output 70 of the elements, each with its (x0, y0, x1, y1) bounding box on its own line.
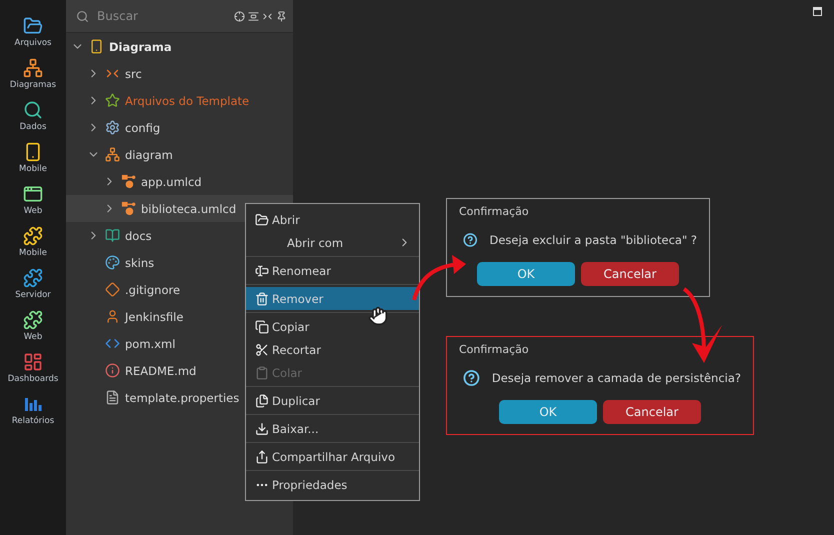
nav-item[interactable]: Servidor (15, 268, 51, 300)
browser-window-icon (23, 184, 43, 204)
menu-item[interactable]: Remover (246, 287, 419, 310)
download-icon (255, 422, 269, 436)
diamond-icon (105, 282, 120, 297)
menu-item[interactable]: Compartilhar Arquivo (246, 445, 419, 468)
pin-icon[interactable] (276, 10, 287, 22)
nav-item[interactable]: Diagramas (10, 58, 56, 90)
hierarchy-icon (22, 58, 43, 78)
menu-item[interactable]: Propriedades (246, 473, 419, 496)
search-list-icon (23, 100, 43, 120)
nav-item[interactable]: Web (23, 184, 43, 216)
trash-icon (255, 292, 269, 306)
diagram-file-icon (121, 201, 136, 216)
search-input[interactable]: Buscar (95, 8, 228, 24)
nav-item[interactable]: Web (23, 310, 43, 342)
menu-item[interactable]: Abrir com (246, 231, 419, 254)
menu-item[interactable]: Recortar (246, 338, 419, 361)
files-icon (255, 394, 269, 408)
tree-item[interactable]: diagram (66, 141, 293, 168)
nav-item[interactable]: Arquivos (14, 16, 52, 48)
dialog-message: Deseja excluir a pasta "biblioteca" ? (489, 233, 697, 247)
nav-item[interactable]: Dados (20, 100, 46, 132)
cancel-button[interactable]: Cancelar (581, 262, 679, 286)
person-icon (105, 309, 120, 324)
palette-icon (105, 255, 120, 270)
info-icon (105, 363, 120, 378)
search-field[interactable]: Buscar (66, 0, 234, 32)
tree-item[interactable]: Arquivos do Template (66, 87, 293, 114)
tree-item[interactable]: Diagrama (66, 33, 293, 60)
book-icon (105, 228, 120, 243)
rename-icon (255, 264, 269, 278)
star-icon (105, 93, 120, 108)
hand-cursor-icon (368, 306, 388, 326)
tree-item[interactable]: src (66, 60, 293, 87)
menu-item[interactable]: Duplicar (246, 389, 419, 412)
share-icon (255, 450, 269, 464)
dialog-message: Deseja remover a camada de persistência? (492, 371, 741, 385)
dialog-title: Confirmação (459, 343, 530, 356)
expand-icon[interactable] (248, 10, 259, 22)
puzzle-icon (22, 226, 43, 246)
tree-item[interactable]: app.umlcd (66, 168, 293, 195)
dialog-title: Confirmação (459, 205, 530, 218)
puzzle-icon (23, 310, 43, 330)
dashboard-icon (22, 352, 43, 372)
collapse-icon[interactable] (262, 10, 273, 22)
code-icon (105, 336, 120, 351)
scissors-icon (255, 342, 269, 356)
menu-item[interactable]: Baixar... (246, 417, 419, 440)
nav-item[interactable]: Mobile (19, 226, 47, 258)
hierarchy-icon (105, 147, 120, 162)
folder-icon (23, 16, 43, 36)
file-icon (105, 390, 120, 405)
folder-icon (255, 212, 269, 226)
phone-icon (89, 39, 104, 54)
nav-item[interactable]: Mobile (19, 142, 47, 174)
cancel-button[interactable]: Cancelar (603, 400, 701, 424)
diagram-file-icon (121, 174, 136, 189)
gear-icon (105, 120, 120, 135)
nav-item[interactable]: Dashboards (8, 352, 58, 384)
locate-icon[interactable] (234, 10, 245, 22)
tree-item[interactable]: config (66, 114, 293, 141)
menu-item[interactable]: Renomear (246, 259, 419, 282)
search-icon (76, 10, 89, 22)
clipboard-icon (255, 366, 269, 380)
copy-icon (255, 320, 269, 334)
puzzle-icon (22, 268, 43, 288)
window-icon[interactable] (813, 7, 822, 16)
menu-item[interactable]: Copiar (246, 315, 419, 338)
nav-item[interactable]: Relatórios (12, 394, 54, 426)
